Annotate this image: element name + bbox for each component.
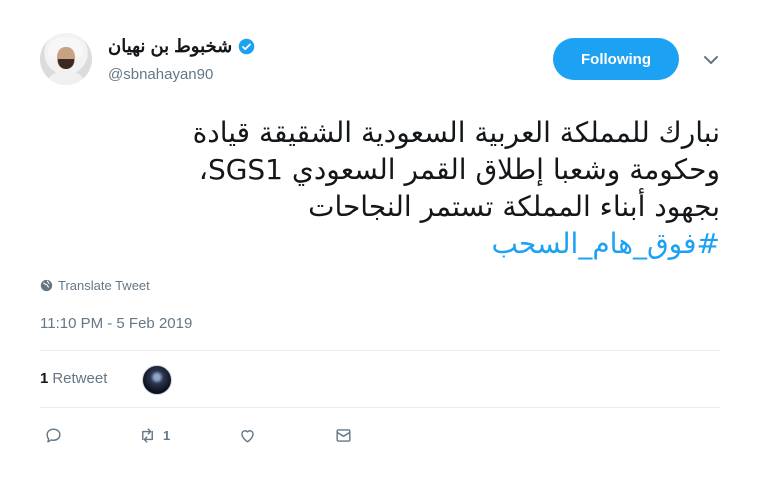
retweet-icon — [142, 428, 153, 443]
tweet-line: بجهود أبناء المملكة تستمر النجاحات — [308, 190, 720, 223]
verified-badge-icon — [238, 38, 255, 55]
avatar-beard — [58, 59, 74, 69]
display-name[interactable]: شخبوط بن نهيان — [108, 36, 232, 57]
retweet-label: Retweet — [52, 370, 108, 387]
heart-icon — [241, 430, 254, 443]
retweet-action-count: 1 — [163, 428, 171, 443]
tweet-timestamp[interactable]: 11:10 PM - 5 Feb 2019 — [40, 315, 192, 332]
reply-button[interactable] — [44, 426, 63, 445]
tweet-line: نبارك للمملكة العربية السعودية الشقيقة ق… — [192, 116, 720, 149]
envelope-icon — [336, 429, 351, 442]
retweeter-avatar[interactable] — [142, 365, 172, 395]
divider — [40, 350, 720, 351]
user-name-row[interactable]: شخبوط بن نهيان — [108, 36, 255, 57]
tweet-text: نبارك للمملكة العربية السعودية الشقيقة ق… — [60, 114, 720, 262]
tweet-line: وحكومة وشعبا إطلاق القمر السعودي SGS1، — [198, 153, 720, 186]
divider — [40, 407, 720, 408]
retweet-count: 1 — [40, 370, 49, 387]
reply-icon — [46, 428, 61, 443]
profile-avatar[interactable] — [40, 33, 92, 85]
following-button[interactable]: Following — [553, 38, 679, 80]
retweet-button[interactable]: 1 — [138, 426, 170, 445]
hashtag-link[interactable]: #فوق_هام_السحب — [60, 225, 720, 262]
direct-message-button[interactable] — [334, 426, 353, 445]
chevron-down-icon[interactable] — [702, 54, 720, 66]
retweet-stats[interactable]: 1 Retweet — [40, 370, 107, 387]
translate-label: Translate Tweet — [58, 278, 150, 293]
user-handle[interactable]: @sbnahayan90 — [108, 66, 213, 83]
avatar-shoulders — [44, 71, 88, 85]
globe-icon — [40, 279, 53, 292]
translate-tweet-link[interactable]: Translate Tweet — [40, 278, 150, 293]
like-button[interactable] — [238, 426, 257, 445]
